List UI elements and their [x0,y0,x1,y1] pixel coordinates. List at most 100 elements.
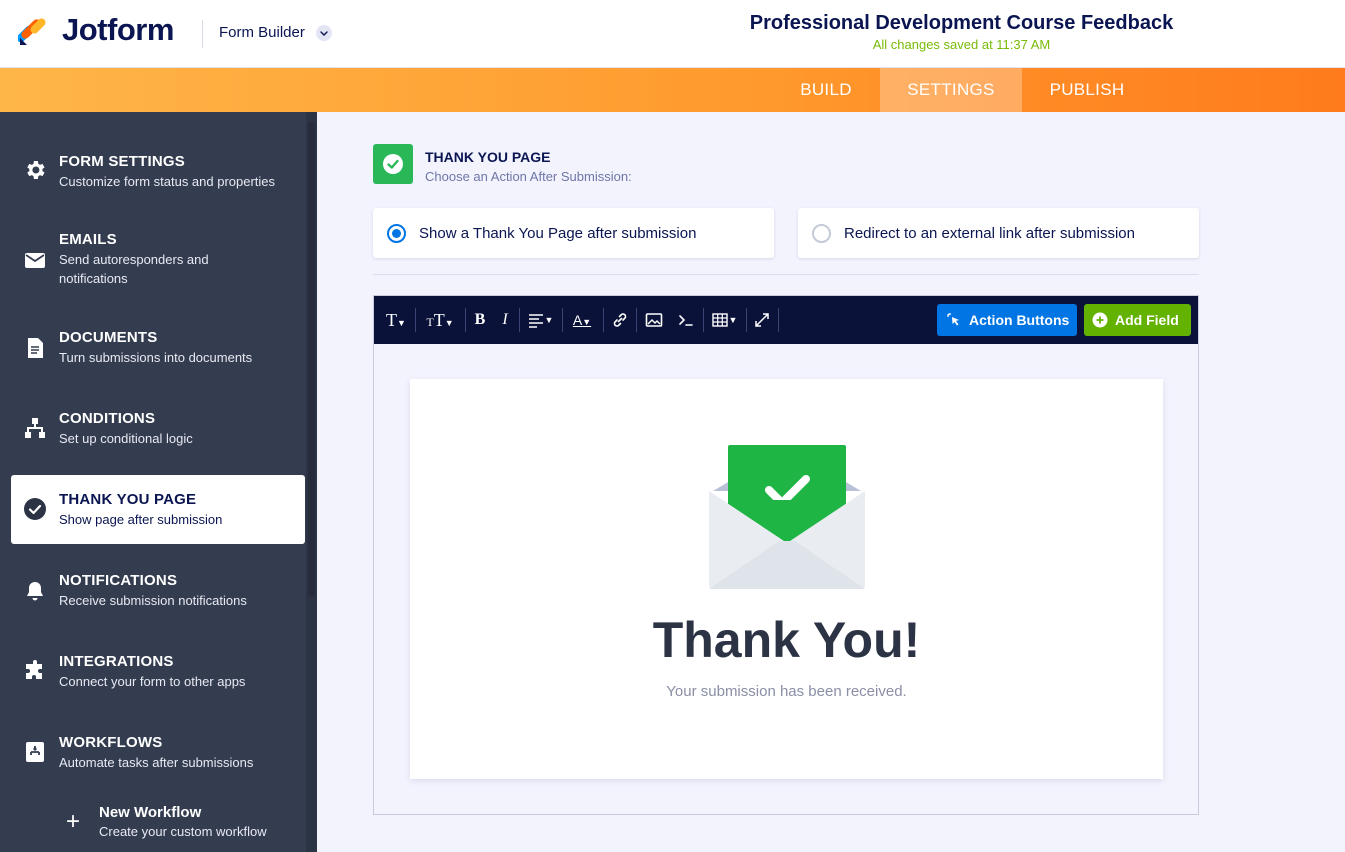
option-label: Show a Thank You Page after submission [419,225,697,242]
sidebar-item-title: THANK YOU PAGE [59,491,197,508]
form-builder-menu[interactable]: Form Builder [219,24,305,41]
sidebar-item-integrations[interactable]: INTEGRATIONS Connect your form to other … [11,636,305,706]
conditions-icon [23,416,47,440]
plus-icon: + [66,808,81,835]
table-button[interactable]: ▼ [708,308,740,332]
toolbar-separator [519,308,520,332]
sidebar-item-conditions[interactable]: CONDITIONS Set up conditional logic [11,393,305,463]
thank-you-preview-card[interactable]: Thank You! Your submission has been rece… [410,379,1163,779]
editor-toolbar: T▼ TT▼ B I ▼ A▼ ▼ Action Buttons Add Fie… [374,296,1198,344]
plus-circle-icon [1092,312,1108,328]
expand-icon [755,313,769,327]
add-field-button[interactable]: Add Field [1084,304,1191,336]
font-color-button[interactable]: A▼ [567,308,597,332]
tab-publish[interactable]: PUBLISH [1036,68,1138,112]
thank-you-heading: Thank You! [652,612,921,668]
font-color-glyph: A [572,312,583,328]
toolbar-separator [703,308,704,332]
align-left-icon [528,314,543,328]
sidebar-item-desc: Set up conditional logic [59,431,193,446]
new-workflow-desc: Create your custom workflow [99,824,267,839]
thank-you-editor: T▼ TT▼ B I ▼ A▼ ▼ Action Buttons Add Fie… [373,295,1199,815]
toolbar-separator [778,308,779,332]
toolbar-separator [415,308,416,332]
top-header: Jotform Form Builder Professional Develo… [0,0,1345,68]
toolbar-separator [465,308,466,332]
sidebar-item-title: INTEGRATIONS [59,653,174,670]
cursor-click-icon [946,312,962,328]
image-button[interactable] [643,308,665,332]
action-buttons-button[interactable]: Action Buttons [937,304,1077,336]
toolbar-separator [603,308,604,332]
option-redirect-external-link[interactable]: Redirect to an external link after submi… [798,208,1199,258]
sidebar-item-documents[interactable]: DOCUMENTS Turn submissions into document… [11,312,305,382]
sidebar-item-emails[interactable]: EMAILS Send autoresponders and notificat… [11,214,305,298]
section-divider [373,274,1199,275]
link-icon [613,313,627,327]
check-circle-icon [23,497,47,521]
new-workflow-title: New Workflow [99,804,202,821]
radio-unselected[interactable] [812,224,831,243]
puzzle-icon [23,659,47,683]
option-label: Redirect to an external link after submi… [844,225,1135,242]
tab-build[interactable]: BUILD [785,68,867,112]
sidebar-item-title: WORKFLOWS [59,734,163,751]
sidebar-item-desc: Send autoresponders and notifications [59,252,209,286]
text-size-glyph: T [386,310,398,330]
builder-tab-bar: BUILD SETTINGS PUBLISH [0,68,1345,112]
section-title: THANK YOU PAGE [425,149,551,165]
sidebar-item-workflows[interactable]: WORKFLOWS Automate tasks after submissio… [11,717,305,787]
italic-button[interactable]: I [495,308,515,332]
header-divider [202,20,203,48]
toolbar-separator [636,308,637,332]
envelope-icon [23,248,47,272]
toolbar-separator [746,308,747,332]
align-button[interactable]: ▼ [524,308,556,332]
envelope-check-icon [709,443,865,589]
image-icon [645,313,663,327]
sidebar-item-thank-you-page[interactable]: THANK YOU PAGE Show page after submissio… [11,475,305,544]
sidebar-item-desc: Automate tasks after submissions [59,755,254,770]
section-subtitle: Choose an Action After Submission: [425,169,632,184]
sidebar-item-desc: Customize form status and properties [59,174,276,189]
new-workflow-button[interactable]: + New Workflow Create your custom workfl… [60,802,305,846]
workflow-icon [23,740,47,764]
radio-selected[interactable] [387,224,406,243]
sidebar-item-title: DOCUMENTS [59,329,158,346]
jotform-logo-icon[interactable] [16,14,50,46]
link-button[interactable] [610,308,630,332]
sidebar-item-desc: Show page after submission [59,512,223,527]
fullscreen-button[interactable] [752,308,772,332]
form-title[interactable]: Professional Development Course Feedback [700,12,1223,35]
bold-button[interactable]: B [470,308,490,332]
text-case-button[interactable]: TT▼ [422,308,458,332]
action-buttons-label: Action Buttons [969,312,1070,328]
save-status: All changes saved at 11:37 AM [872,37,1051,52]
add-field-label: Add Field [1115,312,1179,328]
text-case-glyph: T [433,310,445,330]
sidebar-scrollbar-thumb[interactable] [308,122,315,597]
brand-name[interactable]: Jotform [62,12,174,48]
document-icon [23,336,47,360]
sidebar-item-desc: Turn submissions into documents [59,350,253,365]
tab-settings[interactable]: SETTINGS [880,68,1022,112]
settings-sidebar: FORM SETTINGS Customize form status and … [0,112,317,852]
sidebar-item-desc: Connect your form to other apps [59,674,246,689]
thank-you-message: Your submission has been received. [666,683,907,700]
text-size-button[interactable]: T▼ [382,308,410,332]
sidebar-item-desc: Receive submission notifications [59,593,247,608]
terminal-icon [679,315,693,326]
table-icon [711,313,728,327]
chevron-down-icon[interactable] [316,25,332,41]
toolbar-separator [562,308,563,332]
sidebar-item-title: EMAILS [59,231,117,248]
sidebar-item-title: NOTIFICATIONS [59,572,178,589]
option-show-thank-you-page[interactable]: Show a Thank You Page after submission [373,208,774,258]
code-button[interactable] [675,308,697,332]
sidebar-item-title: FORM SETTINGS [59,153,185,170]
sidebar-item-notifications[interactable]: NOTIFICATIONS Receive submission notific… [11,555,305,625]
sidebar-item-title: CONDITIONS [59,410,156,427]
bell-icon [23,579,47,603]
thank-you-section-icon [373,144,413,184]
sidebar-item-form-settings[interactable]: FORM SETTINGS Customize form status and … [11,135,305,205]
